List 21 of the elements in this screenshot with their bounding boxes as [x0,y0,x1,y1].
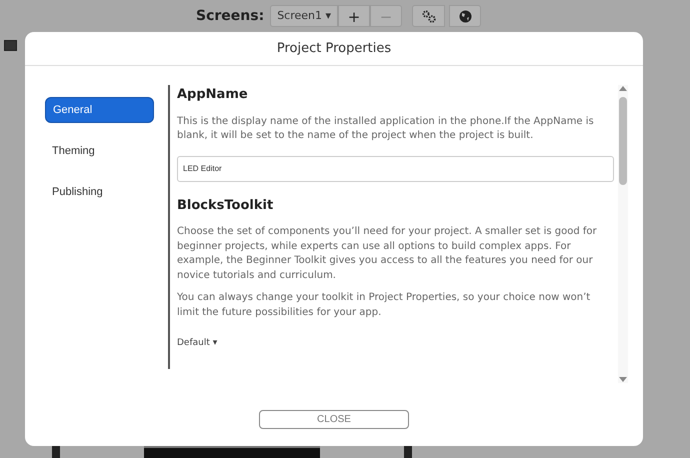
close-button[interactable]: CLOSE [259,410,409,429]
dialog-title: Project Properties [25,32,643,66]
add-screen-button[interactable]: + [338,5,370,27]
toolkit-dropdown[interactable]: Default ▾ [177,337,218,350]
description-text: You can always change your toolkit in Project Properties, so your choice now won’t limit the future possibilities for your app. [177,291,592,320]
scroll-up-icon[interactable] [619,85,627,91]
section-heading: AppName [177,86,249,104]
description-text: Choose the set of components you’ll need for your project. A smaller set is good for beginner projects, while experts can use all options to build complex apps. For example, the Beginner Toolkit gives you access to all the features you need for our novice tutorials and curriculum. [177,225,598,282]
nav-item[interactable]: Publishing [45,179,154,205]
scroll-down-icon[interactable] [619,377,627,383]
scrollbar[interactable] [618,85,628,383]
input-field[interactable]: LED Editor [177,156,614,182]
globe-icon[interactable] [449,5,482,27]
description-text: This is the display name of the installed application in the phone.If the AppName is blank, it will be set to the name of the project when the project is built. [177,114,595,143]
section-heading: BlocksToolkit [177,196,274,214]
settings-icon[interactable] [412,5,446,27]
toolbar-label: Screens: [196,6,264,26]
nav-item[interactable]: Theming [45,138,154,164]
nav-item[interactable]: General [45,97,154,123]
scrollbar-thumb[interactable] [619,97,627,185]
screen-dropdown[interactable]: Screen1 ▾ [270,5,338,27]
